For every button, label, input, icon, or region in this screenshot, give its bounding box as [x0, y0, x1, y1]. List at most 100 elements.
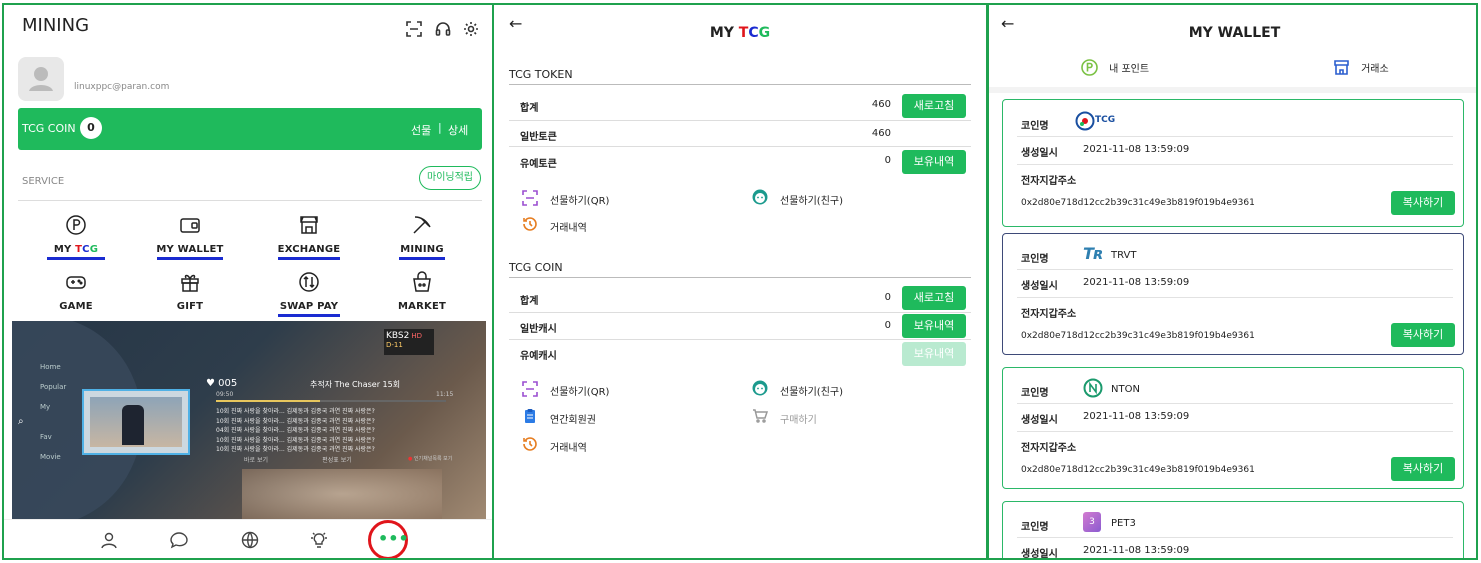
store-icon	[1333, 59, 1350, 76]
clipboard-icon	[522, 408, 538, 424]
coin-name-label: 코인명	[1021, 388, 1049, 399]
gift-friend-link[interactable]: 선물하기(친구)	[780, 192, 843, 207]
mining-rewards-button[interactable]: 마이닝적립	[419, 166, 481, 190]
coin-label: TCG COIN	[22, 122, 76, 135]
wallet-card[interactable]: 코인명 3 PET3 생성일시 2021-11-08 13:59:09	[1002, 501, 1464, 560]
user-email: linuxppc@paran.com	[74, 82, 170, 92]
highlight-underline	[399, 257, 445, 260]
divider	[509, 120, 971, 121]
service-my-wallet[interactable]: MY WALLET	[145, 214, 235, 260]
wallet-card[interactable]: 코인명 NTON 생성일시 2021-11-08 13:59:09 전자지갑주소…	[1002, 367, 1464, 489]
created-date: 2021-11-08 13:59:09	[1083, 411, 1190, 422]
menu-item[interactable]: My	[40, 403, 50, 411]
more-icon[interactable]: •••	[378, 529, 409, 548]
copy-button[interactable]: 복사하기	[1391, 323, 1455, 347]
service-label-text: EXCHANGE	[277, 244, 341, 255]
holdings-button[interactable]: 보유내역	[902, 314, 966, 338]
tcg-coin-icon	[1075, 111, 1095, 131]
gift-friend-link[interactable]: 선물하기(친구)	[780, 383, 843, 398]
coin-name-label: 코인명	[1021, 121, 1049, 132]
service-market[interactable]: MARKET	[377, 271, 467, 312]
address-label: 전자지갑주소	[1021, 443, 1077, 454]
wallet-card[interactable]: 코인명 TCG 생성일시 2021-11-08 13:59:09 전자지갑주소 …	[1002, 99, 1464, 227]
refresh-button[interactable]: 새로고침	[902, 286, 966, 310]
gear-icon[interactable]	[463, 21, 479, 37]
store-icon	[298, 214, 320, 236]
service-exchange[interactable]: EXCHANGE	[264, 214, 354, 260]
row-value: 0	[884, 292, 891, 303]
service-label-text: MINING	[400, 244, 444, 255]
buy-link[interactable]: 구매하기	[780, 411, 817, 426]
gift-qr-link[interactable]: 선물하기(QR)	[550, 192, 609, 207]
pickaxe-icon	[411, 214, 433, 236]
pet3-coin-icon: 3	[1083, 512, 1101, 532]
progress-track	[216, 400, 446, 402]
detail-link[interactable]: 상세	[448, 122, 468, 138]
gift-link[interactable]: 선물	[411, 122, 431, 138]
divider	[1017, 164, 1453, 165]
copy-button[interactable]: 복사하기	[1391, 457, 1455, 481]
history-link[interactable]: 거래내역	[550, 439, 587, 454]
membership-link[interactable]: 연간회원권	[550, 411, 596, 426]
refresh-button[interactable]: 새로고침	[902, 94, 966, 118]
menu-item[interactable]: Fav	[40, 433, 52, 441]
wallet-card[interactable]: 코인명 Tʀ TRVT 생성일시 2021-11-08 13:59:09 전자지…	[1002, 233, 1464, 355]
coin-name: TCG	[1095, 115, 1116, 125]
wallet-address: 0x2d80e718d12cc2b39c31c49e3b819f019b4e93…	[1021, 465, 1255, 475]
lightbulb-icon[interactable]	[310, 531, 328, 549]
highlight-underline	[278, 314, 340, 317]
gift-qr-link[interactable]: 선물하기(QR)	[550, 383, 609, 398]
divider	[1017, 403, 1453, 404]
history-link[interactable]: 거래내역	[550, 219, 587, 234]
service-my-tcg[interactable]: MY TCG	[31, 214, 121, 260]
highlight-underline	[157, 257, 223, 260]
qr-scan-icon	[522, 190, 538, 206]
address-label: 전자지갑주소	[1021, 309, 1077, 320]
service-gift[interactable]: GIFT	[145, 271, 235, 312]
watch-button[interactable]: 바로 보기	[226, 455, 286, 464]
tab-exchange[interactable]: 거래소	[1333, 57, 1389, 76]
holdings-button[interactable]: 보유내역	[902, 150, 966, 174]
page-title: MY TCG	[709, 25, 771, 41]
menu-item[interactable]: Popular	[40, 383, 66, 391]
menu-item[interactable]: Movie	[40, 453, 61, 461]
created-date: 2021-11-08 13:59:09	[1083, 144, 1190, 155]
friend-face-icon	[752, 189, 768, 205]
holdings-button-disabled[interactable]: 보유내역	[902, 342, 966, 366]
tab-label: 거래소	[1361, 64, 1389, 75]
globe-icon[interactable]	[241, 531, 259, 549]
channel-logo: KBS2 HD D-11	[384, 329, 434, 355]
search-icon[interactable]: ⌕	[18, 416, 24, 427]
menu-item[interactable]: Home	[40, 363, 61, 371]
row-value: 0	[884, 320, 891, 331]
trvt-coin-icon: Tʀ	[1083, 244, 1105, 263]
row-label: 합계	[520, 103, 539, 114]
service-swap-pay[interactable]: SWAP PAY	[264, 271, 354, 317]
scan-icon[interactable]	[406, 21, 422, 37]
headset-icon[interactable]	[435, 21, 451, 37]
avatar[interactable]	[18, 57, 64, 101]
service-label-text: GAME	[59, 301, 93, 312]
divider	[989, 87, 1476, 93]
divider	[18, 200, 482, 201]
service-game[interactable]: GAME	[31, 271, 121, 312]
coin-count-badge: 0	[80, 117, 102, 139]
created-label: 생성일시	[1021, 549, 1058, 560]
tv-banner[interactable]: ⌕ Home Popular My Fav Movie KBS2 HD D-11 …	[12, 321, 486, 519]
page-title: MINING	[22, 15, 90, 36]
wallet-address: 0x2d80e718d12cc2b39c31c49e3b819f019b4e93…	[1021, 198, 1255, 208]
service-label-text: MARKET	[398, 301, 446, 312]
row-value: 0	[884, 155, 891, 166]
tab-points[interactable]: 내 포인트	[1081, 57, 1149, 76]
thumbnail[interactable]	[82, 389, 190, 455]
channel-list-button[interactable]: ● 인기채널목록 보기	[408, 455, 482, 462]
copy-button[interactable]: 복사하기	[1391, 191, 1455, 215]
row-label: 일반토큰	[520, 132, 557, 143]
schedule-button[interactable]: 편성표 보기	[302, 455, 372, 464]
qr-scan-icon	[522, 381, 538, 397]
service-mining[interactable]: MINING	[377, 214, 467, 260]
person-icon[interactable]	[100, 531, 118, 549]
point-icon	[1081, 59, 1098, 76]
created-label: 생성일시	[1021, 415, 1058, 426]
chat-icon[interactable]	[170, 531, 188, 549]
